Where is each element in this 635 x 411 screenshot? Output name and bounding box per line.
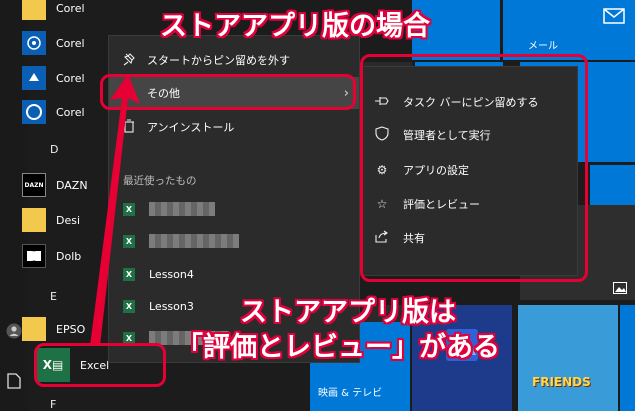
callout-bottom-line1: ストアアプリ版は	[240, 297, 456, 328]
callout-bottom-line2: 「評価とレビュー」がある	[176, 332, 500, 363]
callout-top: ストアアプリ版の場合	[160, 11, 430, 42]
